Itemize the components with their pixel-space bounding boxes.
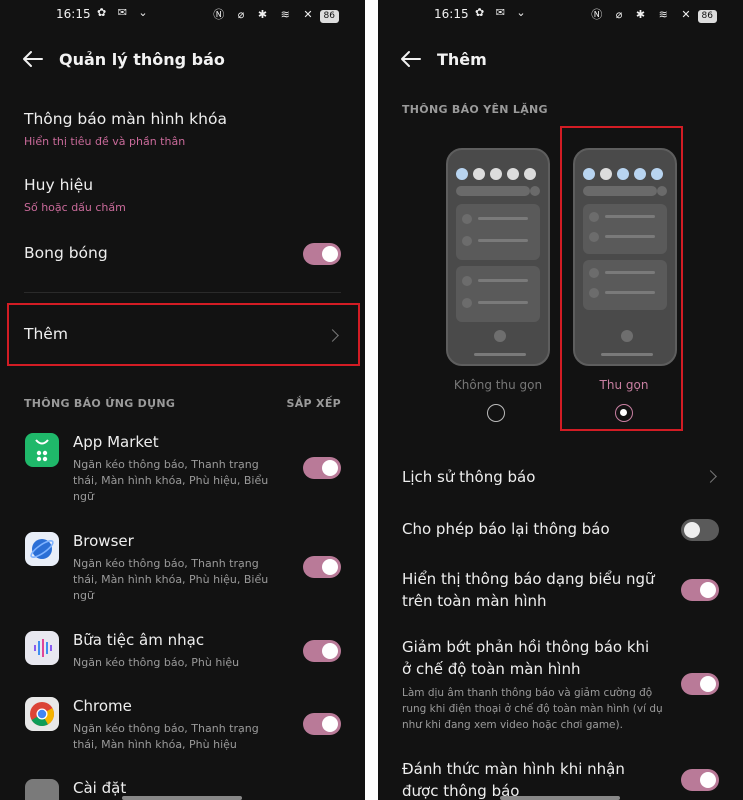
status-time: 16:15 xyxy=(56,7,91,21)
allow-snooze-toggle[interactable] xyxy=(681,519,719,541)
app-name: App Market xyxy=(73,433,159,451)
app-name: Bữa tiệc âm nhạc xyxy=(73,631,205,649)
badge-title: Huy hiệu xyxy=(24,176,94,194)
setting-description: Làm dịu âm thanh thông báo và giảm cường… xyxy=(402,687,663,731)
app-toggle[interactable] xyxy=(303,457,341,479)
app-description: Ngăn kéo thông báo, Thanh trạng thái, Mà… xyxy=(73,557,269,602)
app-item-music-party[interactable]: Bữa tiệc âm nhạc Ngăn kéo thông báo, Phù… xyxy=(0,631,365,681)
status-bar: 16:15 ✿ ✉ ⌄ Ⓝ ⌀ ✱ ≋ ✕ 86 xyxy=(0,0,365,30)
app-toggle[interactable] xyxy=(303,556,341,578)
badge-subtitle: Số hoặc dấu chấm xyxy=(24,201,126,214)
setting-title: Cho phép báo lại thông báo xyxy=(402,520,610,538)
app-toggle[interactable] xyxy=(303,640,341,662)
app-description: Ngăn kéo thông báo, Thanh trạng thái, Mà… xyxy=(73,458,269,503)
lock-screen-title: Thông báo màn hình khóa xyxy=(24,110,227,128)
battery-indicator: 86 xyxy=(319,10,339,23)
app-bar: Thêm xyxy=(378,44,743,76)
section-header-app-notifications: THÔNG BÁO ỨNG DỤNG xyxy=(24,397,176,410)
setting-title: Đánh thức màn hình khi nhận được thông b… xyxy=(402,760,625,800)
chrome-icon xyxy=(25,697,59,731)
setting-title: Lịch sử thông báo xyxy=(402,468,536,486)
chevron-right-icon xyxy=(704,470,717,483)
section-header-silent-notifications: THÔNG BÁO YÊN LẶNG xyxy=(402,103,548,116)
app-market-icon xyxy=(25,433,59,467)
bubble-item[interactable]: Bong bóng xyxy=(0,240,365,270)
status-bar: 16:15 ✿ ✉ ⌄ Ⓝ ⌀ ✱ ≋ ✕ 86 xyxy=(378,0,743,30)
notification-history-item[interactable]: Lịch sử thông báo xyxy=(378,466,743,490)
option-label-not-collapsed: Không thu gọn xyxy=(453,378,543,392)
system-icons: Ⓝ ⌀ ✱ ≋ ✕ 86 xyxy=(213,6,339,23)
settings-icon xyxy=(25,779,59,800)
lock-screen-notification-item[interactable]: Thông báo màn hình khóa Hiển thị tiêu đề… xyxy=(0,108,365,156)
back-arrow-icon[interactable] xyxy=(400,48,422,70)
app-bar: Quản lý thông báo xyxy=(0,44,365,76)
radio-not-collapsed[interactable] xyxy=(487,404,505,422)
app-item-chrome[interactable]: Chrome Ngăn kéo thông báo, Thanh trạng t… xyxy=(0,697,365,777)
app-name: Chrome xyxy=(73,697,132,715)
setting-title: Giảm bớt phản hồi thông báo khi ở chế độ… xyxy=(402,638,650,678)
setting-title: Hiển thị thông báo dạng biểu ngữ trên to… xyxy=(402,570,655,610)
lock-screen-subtitle: Hiển thị tiêu đề và phần thân xyxy=(24,135,186,148)
music-party-icon xyxy=(25,631,59,665)
page-title: Quản lý thông báo xyxy=(59,50,225,69)
app-name: Browser xyxy=(73,532,134,550)
fullscreen-banner-toggle[interactable] xyxy=(681,579,719,601)
system-icons: Ⓝ ⌀ ✱ ≋ ✕ 86 xyxy=(591,6,717,23)
app-item-browser[interactable]: Browser Ngăn kéo thông báo, Thanh trạng … xyxy=(0,532,365,612)
battery-indicator: 86 xyxy=(697,10,717,23)
status-icons: ✿ ✉ ⌄ xyxy=(97,6,152,19)
right-screen: 16:15 ✿ ✉ ⌄ Ⓝ ⌀ ✱ ≋ ✕ 86 Thêm THÔNG BÁO Y… xyxy=(378,0,743,800)
bubble-title: Bong bóng xyxy=(24,244,108,262)
back-arrow-icon[interactable] xyxy=(22,48,44,70)
reduce-feedback-toggle[interactable] xyxy=(681,673,719,695)
gesture-bar[interactable] xyxy=(500,796,620,800)
app-name: Cài đặt xyxy=(73,779,127,797)
browser-icon xyxy=(25,532,59,566)
bubble-toggle[interactable] xyxy=(303,243,341,265)
allow-snooze-item[interactable]: Cho phép báo lại thông báo xyxy=(378,518,743,542)
app-toggle[interactable] xyxy=(303,713,341,735)
highlight-box xyxy=(7,303,360,366)
app-description: Ngăn kéo thông báo, Phù hiệu xyxy=(73,656,240,669)
sort-button[interactable]: SẮP XẾP xyxy=(287,397,341,410)
preview-not-collapsed[interactable] xyxy=(446,148,550,366)
highlight-box xyxy=(560,126,683,431)
wake-screen-item[interactable]: Đánh thức màn hình khi nhận được thông b… xyxy=(378,758,743,800)
status-icons: ✿ ✉ ⌄ xyxy=(475,6,530,19)
left-screen: 16:15 ✿ ✉ ⌄ Ⓝ ⌀ ✱ ≋ ✕ 86 Quản lý thông bá… xyxy=(0,0,365,800)
gesture-bar[interactable] xyxy=(122,796,242,800)
reduce-feedback-item[interactable]: Giảm bớt phản hồi thông báo khi ở chế độ… xyxy=(378,636,743,736)
divider xyxy=(24,292,341,293)
app-item-app-market[interactable]: App Market Ngăn kéo thông báo, Thanh trạ… xyxy=(0,433,365,513)
app-description: Ngăn kéo thông báo, Thanh trạng thái, Mà… xyxy=(73,722,259,751)
fullscreen-banner-item[interactable]: Hiển thị thông báo dạng biểu ngữ trên to… xyxy=(378,568,743,614)
badge-item[interactable]: Huy hiệu Số hoặc dấu chấm xyxy=(0,174,365,218)
status-time: 16:15 xyxy=(434,7,469,21)
wake-screen-toggle[interactable] xyxy=(681,769,719,791)
page-title: Thêm xyxy=(437,50,487,69)
